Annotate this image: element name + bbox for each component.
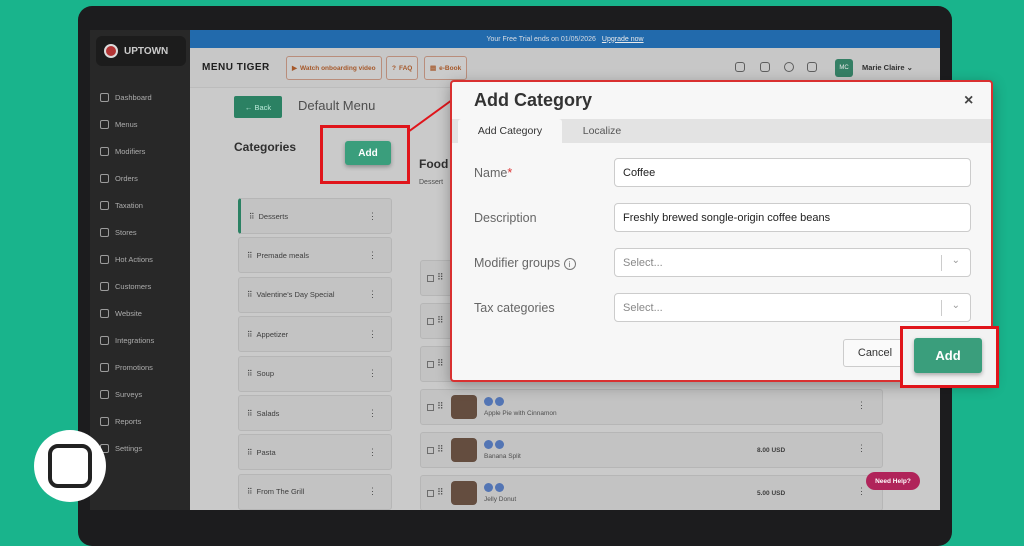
name-label-text: Name [474, 166, 508, 180]
chevron-down-icon: ⌄ [951, 255, 960, 266]
chevron-down-icon: ⌄ [951, 300, 960, 311]
tiger-icon [48, 444, 92, 488]
description-input[interactable]: Freshly brewed songle-origin coffee bean… [614, 203, 971, 232]
tab-add-category[interactable]: Add Category [458, 119, 562, 143]
modifier-groups-select[interactable]: Select... ⌄ [614, 248, 971, 277]
modal-tabs: Add Category Localize [452, 119, 991, 143]
menutiger-badge-logo [34, 430, 106, 502]
close-icon[interactable]: × [964, 92, 973, 110]
info-icon[interactable]: i [563, 258, 576, 270]
tab-localize[interactable]: Localize [562, 119, 642, 143]
modal-add-button[interactable]: Add [914, 338, 982, 373]
tax-categories-select[interactable]: Select... ⌄ [614, 293, 971, 322]
modifier-groups-label: Modifier groups i [474, 256, 576, 270]
required-marker: * [507, 166, 513, 180]
name-input[interactable]: Coffee [614, 158, 971, 187]
add-category-button[interactable]: Add [345, 141, 391, 165]
tax-categories-placeholder: Select... [623, 301, 663, 314]
description-label: Description [474, 211, 537, 225]
need-help-button[interactable]: Need Help? [866, 472, 920, 490]
modifier-groups-placeholder: Select... [623, 256, 663, 269]
name-label: Name* [474, 166, 512, 180]
modifier-groups-text: Modifier groups [474, 256, 561, 270]
cancel-button[interactable]: Cancel [843, 339, 907, 367]
tax-categories-label: Tax categories [474, 301, 555, 315]
modal-title: Add Category [474, 90, 593, 110]
